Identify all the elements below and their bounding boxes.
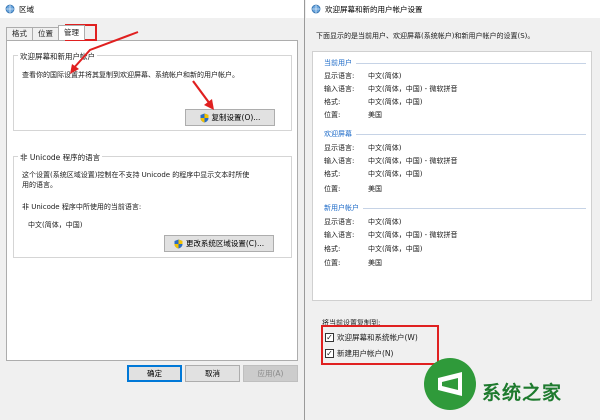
current-language-label: 非 Unicode 程序中所使用的当前语言:: [22, 203, 142, 211]
unicode-description-line1: 这个设置(系统区域设置)控制在不支持 Unicode 的程序中显示文本时所使: [22, 171, 250, 179]
row-value: 中文(简体): [368, 144, 402, 152]
row-value: 中文(简体，中国): [368, 170, 423, 178]
checkbox-label: 新建用户帐户(N): [337, 349, 394, 358]
row-value: 中文(简体，中国) - 微软拼音: [368, 231, 458, 239]
region-titlebar: 区域: [0, 0, 304, 18]
administrative-panel: 欢迎屏幕和新用户帐户 查看你的国际设置并将其复制到欢迎屏幕、系统帐户和新的用户帐…: [6, 40, 298, 361]
row-value: 中文(简体，中国): [368, 98, 423, 106]
unicode-description-line2: 用的语言。: [22, 181, 57, 189]
row-value: 中文(简体，中国) - 微软拼音: [368, 85, 458, 93]
welcome-settings-title: 欢迎屏幕和新的用户帐户设置: [325, 4, 423, 14]
region-dialog: 区域 格式 位置 管理 欢迎屏幕和新用户帐户 查看你的国际设置并将其复制到欢迎屏…: [0, 0, 305, 420]
cancel-button[interactable]: 取消: [185, 365, 240, 382]
section-welcome-screen: 欢迎屏幕: [324, 129, 586, 139]
current-language-value: 中文(简体，中国): [28, 221, 83, 229]
row-value: 中文(简体，中国): [368, 245, 423, 253]
section-heading: 欢迎屏幕: [324, 130, 352, 138]
section-heading: 新用户帐户: [324, 204, 359, 212]
checkmark-icon: ✓: [325, 348, 334, 358]
checkbox-welcome-system[interactable]: ✓ 欢迎屏幕和系统帐户(W): [325, 332, 418, 343]
welcome-settings-titlebar: 欢迎屏幕和新的用户帐户设置: [306, 0, 600, 18]
checkmark-icon: ✓: [325, 332, 334, 342]
row-value: 美国: [368, 185, 382, 193]
uac-shield-icon: [174, 239, 183, 248]
section-new-user-accounts: 新用户帐户: [324, 203, 586, 213]
section-heading: 当前用户: [324, 59, 352, 67]
unicode-group-title: 非 Unicode 程序的语言: [18, 152, 103, 163]
row-value: 中文(简体，中国) - 微软拼音: [368, 157, 458, 165]
watermark-text: 系统之家: [482, 382, 563, 404]
tab-location[interactable]: 位置: [32, 27, 59, 40]
checkbox-label: 欢迎屏幕和系统帐户(W): [337, 333, 418, 342]
checkbox-new-user[interactable]: ✓ 新建用户帐户(N): [325, 348, 393, 359]
watermark-logo-icon: [424, 358, 476, 410]
globe-icon: [5, 4, 15, 14]
row-value: 美国: [368, 111, 382, 119]
apply-button[interactable]: 应用(A): [243, 365, 298, 382]
change-system-locale-label: 更改系统区域设置(C)...: [185, 239, 265, 248]
region-tabs: 格式 位置 管理: [6, 25, 85, 40]
section-current-user: 当前用户: [324, 58, 586, 68]
row-value: 中文(简体): [368, 72, 402, 80]
red-arrow-icon: [192, 80, 214, 110]
ok-button[interactable]: 确定: [127, 365, 182, 382]
tab-formats[interactable]: 格式: [6, 27, 33, 40]
row-value: 中文(简体): [368, 218, 402, 226]
settings-intro: 下面显示的是当前用户、欢迎屏幕(系统帐户)和新用户帐户的设置(S)。: [316, 32, 535, 40]
globe-icon: [311, 4, 321, 14]
change-system-locale-button[interactable]: 更改系统区域设置(C)...: [164, 235, 274, 252]
row-value: 美国: [368, 259, 382, 267]
region-title: 区域: [19, 4, 34, 14]
tab-administrative[interactable]: 管理: [58, 25, 85, 40]
highlight-checkbox-box: [321, 325, 439, 365]
